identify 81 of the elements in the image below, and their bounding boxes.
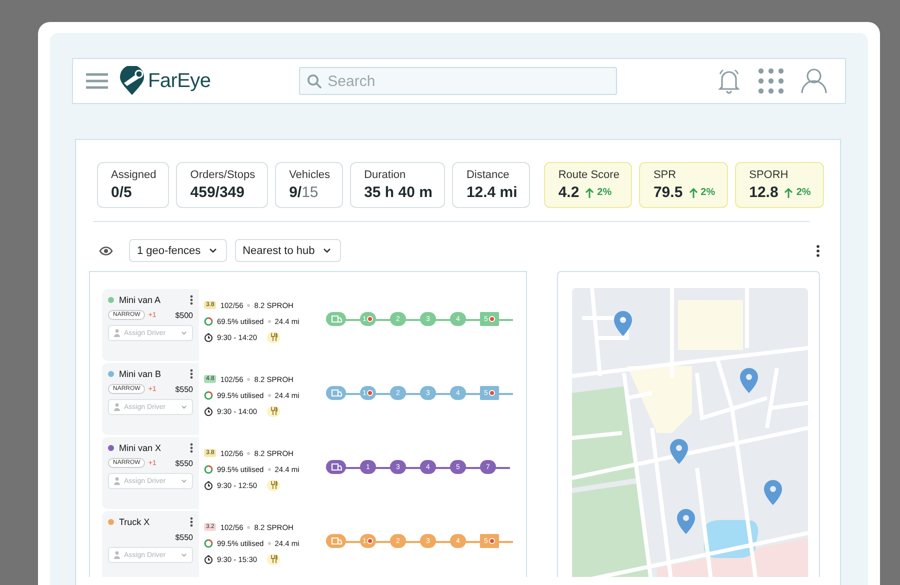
cutlery-icon	[270, 407, 278, 415]
chevron-down-icon	[322, 248, 331, 253]
more-options-icon[interactable]	[190, 295, 193, 305]
stat-value: 12.4 mi	[466, 184, 518, 201]
more-options-icon[interactable]	[190, 443, 193, 453]
vehicle-name: Truck X	[119, 517, 150, 527]
chevron-down-icon	[181, 479, 187, 483]
notification-bell-icon[interactable]	[717, 68, 741, 94]
cutlery-icon	[270, 555, 278, 563]
chevron-down-icon	[181, 405, 187, 409]
utilisation-ring-icon	[204, 538, 213, 548]
map-pin-icon[interactable]	[764, 480, 782, 505]
depot-stop[interactable]	[326, 312, 346, 326]
eye-icon[interactable]	[99, 246, 113, 256]
stat-value: 459/349	[190, 184, 244, 201]
user-profile-icon[interactable]	[801, 68, 827, 94]
stat-label: Route Score	[558, 169, 620, 181]
search-field[interactable]: Search	[298, 67, 617, 95]
timer-icon	[204, 480, 213, 490]
filter-dropdown[interactable]: 1 geo-fences	[129, 239, 227, 262]
logo-text: FarEye	[148, 70, 211, 92]
stat-label: Duration	[364, 169, 407, 181]
stat-value: 9/15	[289, 184, 318, 201]
truck-icon	[330, 388, 342, 398]
utilisation-ring-icon	[204, 464, 213, 474]
stat-label: Distance	[466, 169, 510, 181]
search-icon	[306, 74, 322, 89]
filter-dropdown[interactable]: Nearest to hub	[234, 239, 341, 262]
stat-label: Assigned	[111, 169, 156, 181]
vehicle-name: Mini van X	[119, 443, 162, 453]
person-icon	[114, 403, 120, 411]
vehicle-name: Mini van B	[119, 369, 162, 379]
logo-pin-icon	[118, 66, 146, 96]
person-icon	[114, 477, 120, 485]
more-options-icon[interactable]	[190, 369, 193, 379]
truck-icon	[330, 536, 342, 546]
trend-up: 2%	[585, 187, 612, 198]
map-pin-icon[interactable]	[670, 439, 688, 464]
cost: $550	[175, 384, 193, 394]
stat-value: 35 h 40 m	[364, 184, 432, 201]
timer-icon	[204, 332, 213, 342]
more-options-icon[interactable]	[190, 517, 193, 527]
arrow-up-icon	[688, 188, 698, 198]
cost: $550	[175, 532, 193, 542]
map-pin-icon[interactable]	[677, 509, 696, 534]
timer-icon	[204, 406, 213, 416]
chevron-down-icon	[181, 331, 187, 335]
cutlery-icon	[270, 333, 278, 341]
depot-stop[interactable]	[326, 460, 346, 474]
stat-label: SPORH	[749, 169, 790, 181]
stat-label: SPR	[653, 169, 678, 181]
vehicle-name: Mini van A	[119, 295, 161, 305]
cost: $500	[175, 310, 193, 320]
depot-stop[interactable]	[326, 534, 346, 548]
depot-stop[interactable]	[326, 386, 346, 400]
stat-value: 0/5	[111, 184, 132, 201]
truck-icon	[330, 314, 342, 324]
utilisation-ring-icon	[204, 390, 213, 400]
apps-grid-icon[interactable]	[758, 68, 784, 94]
person-icon	[114, 551, 120, 559]
stat-label: Orders/Stops	[190, 169, 256, 181]
cost: $550	[175, 458, 193, 468]
map-pin-icon[interactable]	[614, 311, 632, 336]
utilisation-ring-icon	[204, 316, 213, 326]
trend-up: 2%	[784, 187, 811, 198]
stat-label: Vehicles	[289, 169, 330, 181]
arrow-up-icon	[784, 188, 794, 198]
truck-icon	[330, 462, 342, 472]
stat-value: 12.8	[749, 184, 778, 201]
more-options-icon[interactable]	[816, 245, 820, 257]
cutlery-icon	[270, 481, 278, 489]
map-pin-icon[interactable]	[740, 368, 758, 393]
timer-icon	[204, 554, 213, 564]
stat-value: 4.2	[558, 184, 580, 201]
arrow-up-icon	[585, 188, 594, 198]
chevron-down-icon	[208, 248, 217, 253]
stat-value: 79.5	[653, 184, 683, 201]
person-icon	[114, 329, 120, 337]
chevron-down-icon	[181, 553, 187, 557]
menu-icon[interactable]	[86, 73, 108, 89]
trend-up: 2%	[688, 187, 716, 198]
